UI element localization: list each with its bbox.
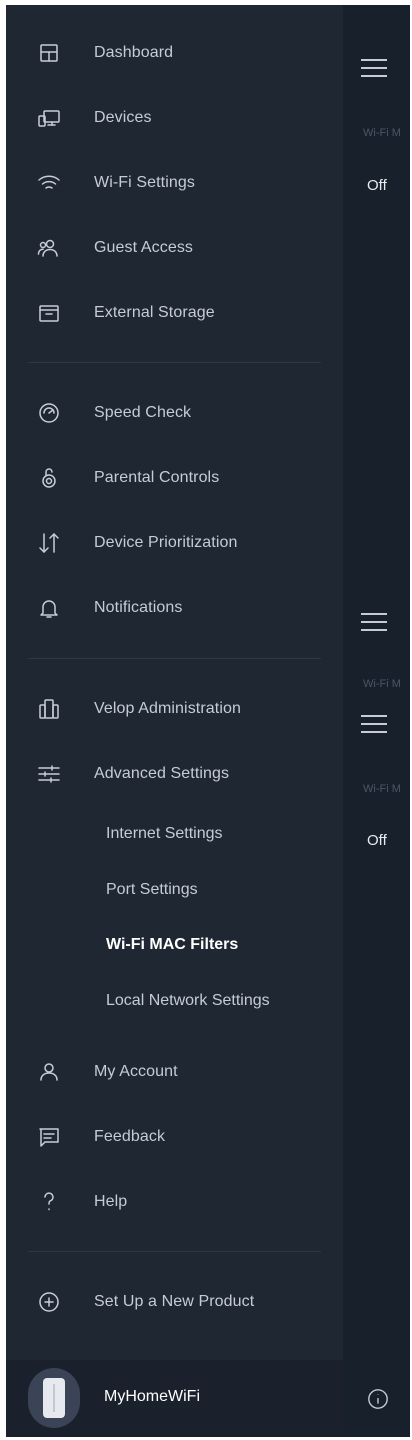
menu-item-label: Device Prioritization — [94, 534, 238, 551]
bg-setting-value: Off — [367, 832, 387, 849]
menu-item-devices[interactable]: Devices — [6, 98, 343, 138]
menu-item-wifi-settings[interactable]: Wi-Fi Settings — [6, 163, 343, 203]
speed-check-icon — [36, 400, 62, 426]
bell-icon — [36, 595, 62, 621]
menu-item-advanced-settings[interactable]: Advanced Settings — [6, 754, 343, 794]
background-panel: Wi-Fi M Off Wi-Fi M Wi-Fi M Off — [343, 5, 410, 1437]
velop-admin-icon — [36, 696, 62, 722]
submenu-item-label: Wi-Fi MAC Filters — [106, 936, 239, 953]
user-icon — [36, 1059, 62, 1085]
menu-item-my-account[interactable]: My Account — [6, 1052, 343, 1092]
menu-item-feedback[interactable]: Feedback — [6, 1117, 343, 1157]
bg-setting-label: Wi-Fi M — [363, 127, 401, 139]
wifi-icon — [36, 170, 62, 196]
velop-node-icon — [43, 1378, 65, 1418]
external-storage-icon — [36, 300, 62, 326]
menu-item-label: Set Up a New Product — [94, 1293, 255, 1310]
menu-item-label: Feedback — [94, 1128, 166, 1145]
parental-controls-icon — [36, 465, 62, 491]
velop-node-avatar — [28, 1368, 80, 1428]
devices-icon — [36, 105, 62, 131]
add-circle-icon — [36, 1289, 62, 1315]
menu-item-label: External Storage — [94, 304, 215, 321]
menu-item-notifications[interactable]: Notifications — [6, 588, 343, 628]
network-footer[interactable]: MyHomeWiFi — [6, 1360, 343, 1437]
device-prioritization-icon — [36, 530, 62, 556]
menu-item-guest-access[interactable]: Guest Access — [6, 228, 343, 268]
menu-item-label: My Account — [94, 1063, 178, 1080]
menu-item-parental-controls[interactable]: Parental Controls — [6, 458, 343, 498]
menu-item-label: Guest Access — [94, 239, 194, 256]
menu-item-dashboard[interactable]: Dashboard — [6, 33, 343, 73]
menu-item-label: Help — [94, 1193, 128, 1210]
app-frame: Wi-Fi M Off Wi-Fi M Wi-Fi M Off Dashboar… — [6, 5, 410, 1437]
navigation-drawer: Dashboard Devices Wi-Fi Settings Guest A… — [6, 5, 343, 1437]
menu-icon[interactable] — [361, 59, 387, 77]
menu-item-label: Advanced Settings — [94, 765, 230, 782]
divider — [28, 362, 321, 363]
submenu-item-internet-settings[interactable]: Internet Settings — [6, 816, 343, 852]
info-icon[interactable] — [367, 1388, 389, 1410]
dashboard-icon — [36, 40, 62, 66]
menu-item-label: Velop Administration — [94, 700, 241, 717]
menu-item-label: Dashboard — [94, 44, 174, 61]
bg-setting-label: Wi-Fi M — [363, 783, 401, 795]
menu-item-label: Wi-Fi Settings — [94, 174, 195, 191]
menu-item-help[interactable]: Help — [6, 1182, 343, 1222]
menu-item-device-prioritization[interactable]: Device Prioritization — [6, 523, 343, 563]
sliders-icon — [36, 761, 62, 787]
guest-access-icon — [36, 235, 62, 261]
network-name: MyHomeWiFi — [104, 1388, 200, 1405]
feedback-icon — [36, 1124, 62, 1150]
bg-setting-label: Wi-Fi M — [363, 678, 401, 690]
menu-item-velop-administration[interactable]: Velop Administration — [6, 689, 343, 729]
bg-setting-value: Off — [367, 177, 387, 194]
menu-icon[interactable] — [361, 715, 387, 733]
menu-item-set-up-new-product[interactable]: Set Up a New Product — [6, 1282, 343, 1322]
submenu-item-wifi-mac-filters[interactable]: Wi-Fi MAC Filters — [6, 927, 343, 963]
submenu-item-label: Port Settings — [106, 881, 198, 898]
divider — [28, 1251, 321, 1252]
menu-item-label: Speed Check — [94, 404, 192, 421]
submenu-item-label: Internet Settings — [106, 825, 223, 842]
menu-icon[interactable] — [361, 613, 387, 631]
menu-item-speed-check[interactable]: Speed Check — [6, 393, 343, 433]
menu-item-label: Devices — [94, 109, 152, 126]
menu-item-external-storage[interactable]: External Storage — [6, 293, 343, 333]
menu-item-label: Parental Controls — [94, 469, 220, 486]
menu-item-label: Notifications — [94, 599, 183, 616]
submenu-item-port-settings[interactable]: Port Settings — [6, 872, 343, 908]
submenu-item-label: Local Network Settings — [106, 992, 270, 1009]
help-icon — [36, 1189, 62, 1215]
divider — [28, 658, 321, 659]
submenu-item-local-network-settings[interactable]: Local Network Settings — [6, 983, 343, 1019]
